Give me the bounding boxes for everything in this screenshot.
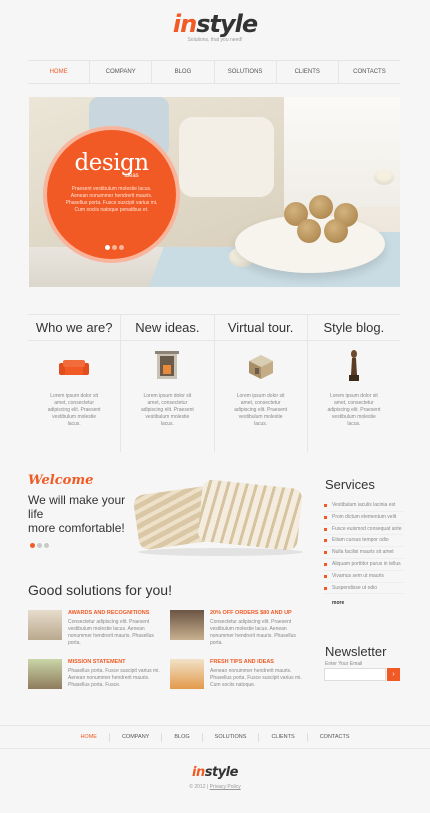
solution-text: Aenean nonummer hendrerit mauris. Phasel… (210, 668, 302, 688)
newsletter-label: Enter Your Email (325, 661, 363, 667)
footer-nav-contacts[interactable]: CONTACTS (308, 733, 362, 742)
solution-text: Phasellus porta. Fusce suscipit varius m… (68, 668, 160, 688)
feature-title[interactable]: Virtual tour. (214, 315, 307, 341)
slider-dot[interactable] (30, 543, 35, 548)
feature-text: Lorem ipsum dolor sit amet, consectetur … (140, 393, 194, 427)
fireplace-icon (121, 347, 213, 389)
solution-thumbnail[interactable] (170, 610, 204, 640)
solution-item: MISSION STATEMENT Phasellus porta. Fusce… (28, 659, 163, 699)
service-link[interactable]: Aliquam porttitor purus in tellus (324, 559, 404, 571)
nav-company[interactable]: COMPANY (90, 61, 153, 83)
feature-text: Lorem ipsum dolor sit amet, consectetur … (47, 393, 101, 427)
nav-clients[interactable]: CLIENTS (277, 61, 339, 83)
candle-holder-icon (374, 169, 394, 185)
furniture-icon (215, 347, 307, 389)
feature-text: Lorem ipsum dolor sit amet, consectetur … (327, 393, 381, 427)
pillows-image (128, 470, 306, 558)
feature-title[interactable]: Who we are? (28, 315, 121, 341)
footer-nav-solutions[interactable]: SOLUTIONS (203, 732, 260, 742)
services-list: Vestibulum iaculis lacinia est Proin dic… (324, 500, 404, 595)
logo-accent: in (192, 765, 205, 780)
welcome-pagination (30, 543, 49, 548)
solution-title[interactable]: MISSION STATEMENT (68, 659, 126, 665)
service-link[interactable]: Fusce euismod consequat ante (324, 524, 404, 536)
email-field[interactable] (324, 668, 386, 681)
service-link[interactable]: Vivamus sem ut mauris (324, 571, 404, 583)
feature-box: Who we are? Lorem ipsum dolor sit amet, … (28, 315, 122, 452)
footer-nav-clients[interactable]: CLIENTS (259, 732, 308, 742)
solution-text: Consectetur adipiscing elit. Praesent ve… (68, 619, 154, 646)
solution-item: AWARDS AND RECOGNITIONS Consectetur adip… (28, 610, 163, 650)
service-link[interactable]: Nulla facilisi mauris sit amet (324, 547, 404, 559)
decor-ball (324, 219, 348, 243)
welcome-line: more comfortable! (28, 521, 125, 535)
welcome-line: We will make your life (28, 493, 126, 521)
solution-title[interactable]: FRESH TIPS AND IDEAS (210, 659, 274, 665)
feature-boxes: Who we are? Lorem ipsum dolor sit amet, … (28, 314, 400, 452)
solution-item: FRESH TIPS AND IDEAS Aenean nonummer hen… (170, 659, 305, 699)
service-link[interactable]: Vestibulum iaculis lacinia est (324, 500, 404, 512)
logo-text: style (204, 765, 239, 780)
copyright-text: © 2012 | (189, 784, 209, 790)
page: instyle Solutions, that you need! HOME C… (0, 0, 430, 813)
slider-dot[interactable] (44, 543, 49, 548)
footer-nav-company[interactable]: COMPANY (110, 732, 163, 742)
tagline: Solutions, that you need! (187, 37, 243, 43)
feature-title[interactable]: New ideas. (121, 315, 214, 341)
decor-ball (297, 219, 321, 243)
footer-nav-blog[interactable]: BLOG (162, 732, 203, 742)
hero-text: Praesent vestibulum molestie lacus. Aene… (65, 186, 158, 213)
feature-title[interactable]: Style blog. (307, 315, 400, 341)
welcome-subtitle: We will make your life more comfortable! (28, 493, 138, 535)
feature-text: Lorem ipsum dolor sit amet, consectetur … (234, 393, 288, 427)
pillow (197, 478, 303, 552)
slider-dot[interactable] (119, 245, 124, 250)
solution-title[interactable]: AWARDS AND RECOGNITIONS (68, 610, 149, 616)
logo-text: style (196, 10, 258, 38)
footer-logo[interactable]: instyle (0, 765, 430, 780)
solution-item: 20% OFF ORDERS $80 AND UP Consectetur ad… (170, 610, 305, 650)
feature-box: New ideas. Lorem ipsum dolor sit amet, c… (121, 315, 215, 452)
slider-dot[interactable] (37, 543, 42, 548)
newsletter-title: Newsletter (325, 644, 387, 659)
subscribe-button[interactable]: › (387, 668, 400, 681)
solution-title[interactable]: 20% OFF ORDERS $80 AND UP (210, 610, 292, 616)
solution-thumbnail[interactable] (28, 659, 62, 689)
main-nav: HOME COMPANY BLOG SOLUTIONS CLIENTS CONT… (28, 60, 400, 84)
solution-thumbnail[interactable] (170, 659, 204, 689)
solution-text: Consectetur adipiscing elit. Praesent ve… (210, 619, 296, 646)
solutions-title: Good solutions for you! (28, 582, 172, 598)
logo-accent: in (172, 10, 197, 38)
hero-cushion (179, 117, 274, 197)
solution-thumbnail[interactable] (28, 610, 62, 640)
hero-caption: design ideas Praesent vestibulum molesti… (43, 126, 180, 263)
service-link[interactable]: Etiam cursus tempor odio (324, 535, 404, 548)
nav-contacts[interactable]: CONTACTS (339, 61, 400, 83)
nav-solutions[interactable]: SOLUTIONS (215, 61, 277, 83)
slider-dot[interactable] (105, 245, 110, 250)
service-link[interactable]: Proin dictum elementum velit (324, 512, 404, 524)
nav-blog[interactable]: BLOG (152, 61, 215, 83)
footer-nav-home[interactable]: HOME (68, 732, 110, 742)
service-link[interactable]: Suspendisse ut odio (324, 583, 404, 595)
more-link[interactable]: more (332, 600, 344, 606)
copyright: © 2012 | Privacy Policy (0, 784, 430, 790)
hero-pagination (105, 245, 124, 250)
welcome-title: Welcome (28, 473, 94, 488)
pillow-shadow (138, 548, 303, 556)
feature-box: Virtual tour. Lorem ipsum dolor sit amet… (214, 315, 308, 452)
sculpture-icon (308, 347, 400, 389)
sofa-icon (28, 347, 120, 389)
decor-ball (309, 195, 333, 219)
nav-home[interactable]: HOME (28, 61, 91, 83)
services-title: Services (325, 477, 375, 492)
site-logo[interactable]: instyle (0, 10, 430, 38)
feature-box: Style blog. Lorem ipsum dolor sit amet, … (307, 315, 400, 452)
slider-dot[interactable] (112, 245, 117, 250)
footer-nav: HOME COMPANY BLOG SOLUTIONS CLIENTS CONT… (0, 725, 430, 749)
privacy-link[interactable]: Privacy Policy (210, 784, 241, 790)
